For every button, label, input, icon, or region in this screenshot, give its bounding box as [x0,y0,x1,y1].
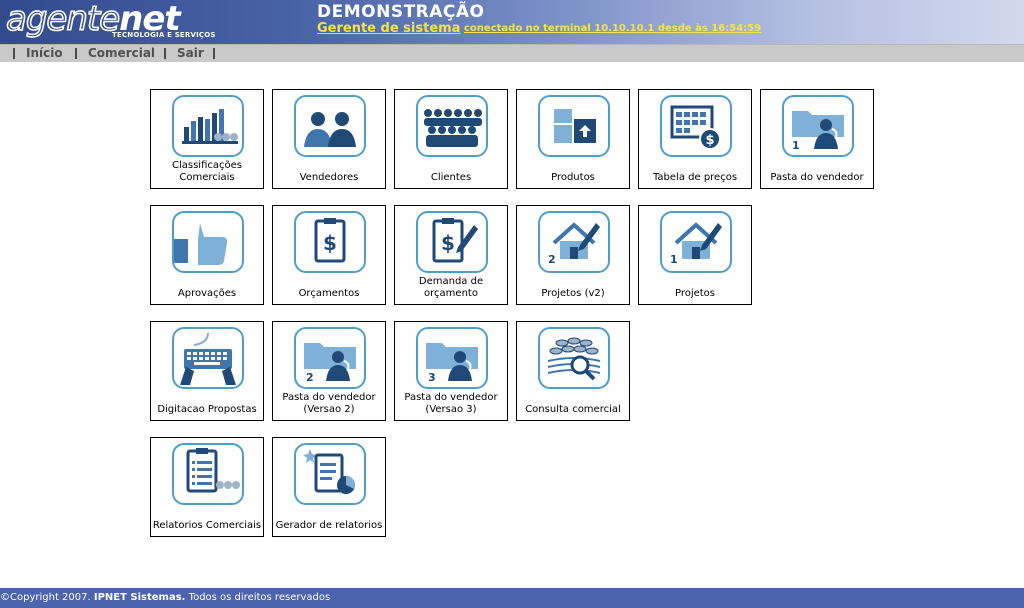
tile-label: Gerador de relatorios [275,520,383,531]
project-version-badge: 2 [548,253,556,266]
tile-label: Orçamentos [298,288,360,299]
logo-text-agente: agente [5,0,121,40]
menu-item-sair[interactable]: Sair [177,46,204,60]
rights-text: Todos os direitos reservados [188,592,331,603]
tile-label: Aprovações [177,288,237,299]
tile-projetos[interactable]: 1 Projetos [638,205,752,305]
thumbs-up-icon [172,211,244,273]
tile-tabela-de-precos[interactable]: $ Tabela de preços [638,89,752,189]
tile-label: Tabela de preços [652,172,738,183]
folder-version-badge: 1 [792,139,800,152]
logo-tagline: TECNOLOGIA E SERVIÇOS [112,31,216,39]
project-version-badge: 1 [670,253,678,266]
seller-folder-icon: 3 [416,327,488,389]
price-table-icon: $ [660,95,732,157]
tile-gerador-de-relatorios[interactable]: Gerador de relatorios [272,437,386,537]
svg-text:$: $ [441,231,455,255]
tile-label: Pasta do vendedor (Versao 3) [404,392,498,415]
menu-item-inicio[interactable]: Início [26,46,63,60]
tile-label: Clientes [430,172,472,183]
seller-folder-icon: 1 [782,95,854,157]
tile-pasta-do-vendedor-v3[interactable]: 3 Pasta do vendedor (Versao 3) [394,321,508,421]
page-title: DEMONSTRAÇÃO [317,2,485,22]
tile-label: Projetos [674,288,716,299]
folder-version-badge: 2 [306,371,314,384]
tile-produtos[interactable]: Produtos [516,89,630,189]
footer-copyright: ©Copyright 2007. IPNET Sistemas. Todos o… [0,592,330,603]
user-role-link[interactable]: Gerente de sistema [317,21,460,36]
tile-label: Produtos [551,172,595,183]
salespeople-icon [294,95,366,157]
copyright-text: ©Copyright 2007. [0,592,91,603]
svg-text:$: $ [705,133,714,148]
tile-projetos-v2[interactable]: 2 Projetos (v2) [516,205,630,305]
tile-clientes[interactable]: Clientes [394,89,508,189]
tile-digitacao-propostas[interactable]: Digitacao Propostas [150,321,264,421]
tile-aprovacoes[interactable]: Aprovações [150,205,264,305]
menu-separator [213,48,215,59]
tile-label: Projetos (v2) [541,288,605,299]
app-footer: ©Copyright 2007. IPNET Sistemas. Todos o… [0,588,1024,608]
tile-consulta-comercial[interactable]: Consulta comercial [516,321,630,421]
clipboard-dollar-icon: $ [294,211,366,273]
tile-label: Classificações Comerciais [172,160,242,183]
company-name: IPNET Sistemas. [93,592,186,603]
house-pen-icon: 1 [660,211,732,273]
menu-item-comercial[interactable]: Comercial [88,46,155,60]
bar-chart-icon [172,95,244,157]
menu-separator [75,48,77,59]
tile-label: Pasta do vendedor (Versao 2) [282,392,376,415]
clipboard-pen-icon: $ [416,211,488,273]
tile-label: Digitacao Propostas [157,404,257,415]
tile-label: Consulta comercial [525,404,621,415]
connection-info: conectado no terminal 10.10.10.1 desde à… [464,23,762,34]
tile-pasta-do-vendedor[interactable]: 1 Pasta do vendedor [760,89,874,189]
seller-folder-icon: 2 [294,327,366,389]
keyboard-icon [172,327,244,389]
app-header: agentenet TECNOLOGIA E SERVIÇOS DEMONSTR… [0,0,1024,44]
tile-vendedores[interactable]: Vendedores [272,89,386,189]
report-generator-icon [294,443,366,505]
menu-separator [164,48,166,59]
tile-pasta-do-vendedor-v2[interactable]: 2 Pasta do vendedor (Versao 2) [272,321,386,421]
tile-demanda-de-orcamento[interactable]: $ Demanda de orçamento [394,205,508,305]
boxes-icon [538,95,610,157]
tile-classificacoes-comerciais[interactable]: Classificações Comerciais [150,89,264,189]
tile-label: Demanda de orçamento [418,276,484,299]
svg-text:$: $ [323,231,337,255]
tile-label: Pasta do vendedor [770,172,864,183]
tile-label: Relatorios Comerciais [152,520,262,531]
menu-separator [13,48,15,59]
main-menu-bar: Início Comercial Sair [0,44,1024,62]
report-list-icon [172,443,244,505]
tile-orcamentos[interactable]: $ Orçamentos [272,205,386,305]
tile-label: Vendedores [299,172,359,183]
house-pen-icon: 2 [538,211,610,273]
crowd-icon [416,95,488,157]
folder-version-badge: 3 [428,371,436,384]
tile-relatorios-comerciais[interactable]: Relatorios Comerciais [150,437,264,537]
coins-search-icon [538,327,610,389]
agentenet-logo: agentenet TECNOLOGIA E SERVIÇOS [0,0,216,44]
